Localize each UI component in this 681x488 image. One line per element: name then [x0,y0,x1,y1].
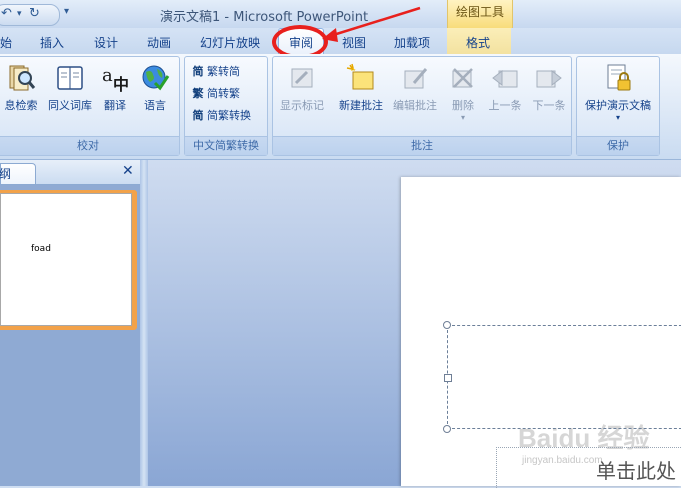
convert-char-icon: 简 [192,109,204,122]
chevron-down-icon: ▾ [460,113,465,122]
thesaurus-button[interactable]: 同义词库 [45,63,95,113]
tab-format[interactable]: 格式 [466,34,490,51]
next-comment-label: 下一条 [532,99,566,112]
tab-slide-show[interactable]: 幻灯片放映 [200,34,260,51]
drawing-tools-context-header: 绘图工具 [447,0,513,28]
simplified-traditional-convert-label: 简繁转换 [207,109,251,122]
slides-outline-pane: 纲 ✕ foad [0,160,140,486]
group-proofing: 息检索 同义词库 a 中 翻译 语言 校对 [0,56,180,156]
quick-access-toolbar: ↶ ▾ ↻ [0,4,60,26]
research-button[interactable]: 息检索 [0,63,43,113]
traditional-to-simplified-label: 繁转简 [207,65,240,78]
traditional-to-simplified-button[interactable]: 简繁转简 [191,63,241,79]
traditional-char-icon: 繁 [192,87,204,100]
language-globe-icon [142,65,170,91]
title-bar: ↶ ▾ ↻ ▾ 演示文稿1 - Microsoft PowerPoint 绘图工… [0,0,681,28]
show-markup-label: 显示标记 [280,99,324,112]
tab-view[interactable]: 视图 [342,34,366,51]
delete-comment-button[interactable]: 删除 ▾ [445,63,481,122]
window-title: 演示文稿1 - Microsoft PowerPoint [160,10,369,25]
simplified-to-traditional-label: 简转繁 [207,87,240,100]
slide-thumbnail-1[interactable]: foad [0,193,132,326]
slide-thumbnail-text: foad [31,244,51,254]
chevron-down-icon[interactable]: ▾ [17,9,22,19]
pane-splitter[interactable] [140,160,148,486]
new-comment-label: 新建批注 [339,99,383,112]
previous-comment-button[interactable]: 上一条 [483,63,527,113]
simplified-traditional-convert-button[interactable]: 简简繁转换 [191,107,252,123]
delete-comment-label: 删除 [452,99,474,112]
tab-insert[interactable]: 插入 [40,34,64,51]
resize-handle-middle-left[interactable] [444,374,452,382]
close-icon[interactable]: ✕ [122,163,134,179]
group-label-chinese-conversion: 中文简繁转换 [185,136,267,155]
subtitle-placeholder-text[interactable]: 单击此处 [596,455,676,484]
previous-comment-label: 上一条 [488,99,522,112]
protect-presentation-label: 保护演示文稿 [585,99,651,112]
tab-animations[interactable]: 动画 [147,34,171,51]
new-comment-icon [346,63,374,90]
ribbon: 息检索 同义词库 a 中 翻译 语言 校对 简 繁转简 繁 简转繁 简 简繁转换… [0,54,681,160]
thesaurus-label: 同义词库 [48,99,92,112]
tab-home[interactable]: 始 [0,34,12,51]
translate-button[interactable]: a 中 翻译 [97,63,133,113]
title-placeholder-box[interactable] [447,325,681,429]
svg-text:中: 中 [113,75,129,93]
previous-comment-icon [492,69,518,88]
outline-tab[interactable]: 纲 [0,163,36,184]
research-icon [9,65,36,91]
undo-icon[interactable]: ↶ [1,6,12,21]
chevron-down-icon: ▾ [615,113,620,122]
tab-add-ins[interactable]: 加载项 [394,34,430,51]
show-markup-icon [291,68,313,88]
resize-handle-bottom-left[interactable] [443,425,451,433]
resize-handle-top-left[interactable] [443,321,451,329]
research-label: 息检索 [4,99,38,112]
show-markup-button[interactable]: 显示标记 [276,63,328,113]
group-comments: 显示标记 新建批注 编辑批注 删除 ▾ 上一条 下一条 批注 [272,56,572,156]
simplified-char-icon: 简 [192,65,204,78]
customize-toolbar-icon[interactable]: ▾ [64,6,69,17]
delete-comment-icon [452,68,473,88]
next-comment-button[interactable]: 下一条 [527,63,571,113]
next-comment-icon [536,69,562,88]
group-chinese-conversion: 简繁转简 繁简转繁 简简繁转换 中文简繁转换 [184,56,268,156]
language-button[interactable]: 语言 [137,63,173,113]
simplified-to-traditional-button[interactable]: 繁简转繁 [191,85,241,101]
protect-presentation-button[interactable]: 保护演示文稿 ▾ [579,63,657,122]
group-protect: 保护演示文稿 ▾ 保护 [576,56,660,156]
translate-icon: a 中 [102,65,129,93]
redo-icon[interactable]: ↻ [29,6,40,21]
group-label-proofing: 校对 [0,136,179,155]
svg-text:a: a [102,65,113,86]
edit-comment-icon [404,68,428,89]
edit-comment-button[interactable]: 编辑批注 [389,63,441,113]
translate-label: 翻译 [104,99,126,112]
edit-comment-label: 编辑批注 [393,99,437,112]
tab-design[interactable]: 设计 [94,34,118,51]
thesaurus-icon [57,66,83,90]
group-label-protect: 保护 [577,136,659,155]
group-label-comments: 批注 [273,136,571,155]
outline-pane-tab-bar: 纲 ✕ [0,160,140,185]
language-label: 语言 [144,99,166,112]
protect-document-icon [607,64,631,91]
new-comment-button[interactable]: 新建批注 [335,63,387,113]
